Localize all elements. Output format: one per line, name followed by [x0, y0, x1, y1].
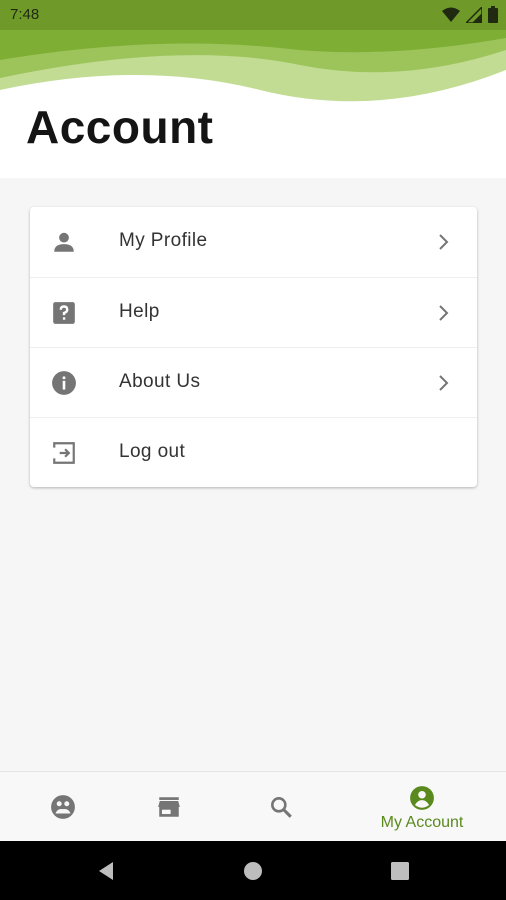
page-title: Account	[26, 101, 214, 153]
recents-icon[interactable]	[388, 859, 412, 883]
signal-icon	[466, 6, 482, 23]
bottom-navigation: My Account	[0, 771, 506, 841]
community-icon	[51, 795, 75, 819]
wifi-icon	[442, 7, 460, 22]
menu-item-log-out[interactable]: Log out	[30, 417, 477, 487]
account-icon	[410, 786, 434, 810]
nav-label: My Account	[380, 814, 464, 831]
chevron-right-icon	[439, 234, 449, 250]
chevron-right-icon	[439, 375, 449, 391]
person-icon	[54, 232, 74, 252]
nav-item-my-account[interactable]: My Account	[359, 772, 485, 842]
store-icon	[158, 797, 180, 817]
chevron-right-icon	[439, 305, 449, 321]
menu-item-label: About Us	[119, 371, 201, 392]
search-icon	[271, 797, 292, 818]
home-icon[interactable]	[241, 859, 265, 883]
menu-item-about-us[interactable]: About Us	[30, 347, 477, 417]
menu-item-label: My Profile	[119, 230, 208, 251]
menu-item-label: Log out	[119, 441, 186, 462]
info-icon	[52, 371, 76, 395]
back-icon[interactable]	[95, 859, 119, 883]
header-wave-decoration	[0, 30, 506, 102]
menu-item-my-profile[interactable]: My Profile	[30, 207, 477, 277]
account-menu-card: My Profile Help About Us Log out	[30, 207, 477, 487]
page-header: Account	[0, 30, 506, 178]
system-navigation-bar	[0, 841, 506, 900]
battery-icon	[488, 6, 498, 23]
nav-item-search[interactable]	[218, 772, 344, 842]
help-icon	[53, 302, 75, 324]
logout-icon	[53, 442, 75, 464]
nav-item-store[interactable]	[106, 772, 232, 842]
menu-item-label: Help	[119, 301, 160, 322]
status-time: 7:48	[10, 6, 40, 23]
menu-item-help[interactable]: Help	[30, 277, 477, 347]
status-icons	[442, 6, 498, 23]
status-bar: 7:48	[0, 0, 506, 30]
